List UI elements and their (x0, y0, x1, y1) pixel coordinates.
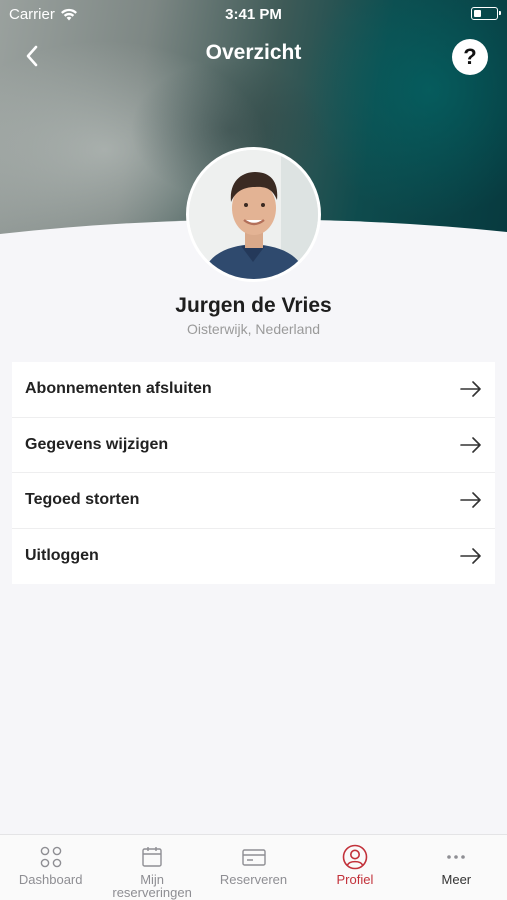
menu-item-uitloggen[interactable]: Uitloggen (12, 529, 495, 585)
page-title: Overzicht (205, 41, 302, 64)
tab-bar: Dashboard Mijn reserveringen Reserveren … (0, 834, 507, 900)
menu-item-gegevens[interactable]: Gegevens wijzigen (12, 418, 495, 473)
profile-icon (342, 844, 368, 870)
menu-item-abonnementen[interactable]: Abonnementen afsluiten (12, 362, 495, 418)
profile-location: Oisterwijk, Nederland (186, 321, 321, 337)
menu-item-label: Gegevens wijzigen (25, 435, 169, 453)
menu-item-tegoed[interactable]: Tegoed storten (12, 473, 495, 529)
tab-label: Mijn reserveringen (112, 872, 192, 900)
status-time: 3:41 PM (225, 6, 282, 23)
tab-label: Profiel (336, 872, 374, 887)
more-icon (443, 844, 469, 870)
dashboard-icon (38, 844, 64, 870)
help-button[interactable]: ? (452, 39, 488, 75)
menu-item-label: Tegoed storten (25, 491, 140, 509)
menu-item-label: Uitloggen (25, 547, 99, 565)
tab-dashboard[interactable]: Dashboard (0, 835, 101, 900)
calendar-icon (139, 844, 165, 870)
profile-name: Jurgen de Vries (175, 294, 332, 317)
tab-reserveren[interactable]: Reserveren (203, 835, 304, 900)
status-bar: Carrier 3:41 PM (0, 0, 507, 28)
tab-meer[interactable]: Meer (406, 835, 507, 900)
arrow-right-icon (459, 544, 483, 568)
arrow-right-icon (459, 433, 483, 457)
tab-profiel[interactable]: Profiel (304, 835, 405, 900)
tab-label: Meer (441, 872, 472, 887)
avatar (186, 147, 321, 282)
battery-icon (471, 7, 501, 20)
card-icon (241, 844, 267, 870)
menu-item-label: Abonnementen afsluiten (25, 380, 212, 398)
tab-mijn-reserveringen[interactable]: Mijn reserveringen (101, 835, 202, 900)
arrow-right-icon (459, 377, 483, 401)
arrow-right-icon (459, 488, 483, 512)
help-icon: ? (463, 44, 477, 69)
tab-label: Dashboard (18, 872, 83, 887)
tab-label: Reserveren (219, 872, 288, 887)
profile-photo (189, 150, 318, 279)
profile-menu: Abonnementen afsluiten Gegevens wijzigen… (12, 362, 495, 584)
